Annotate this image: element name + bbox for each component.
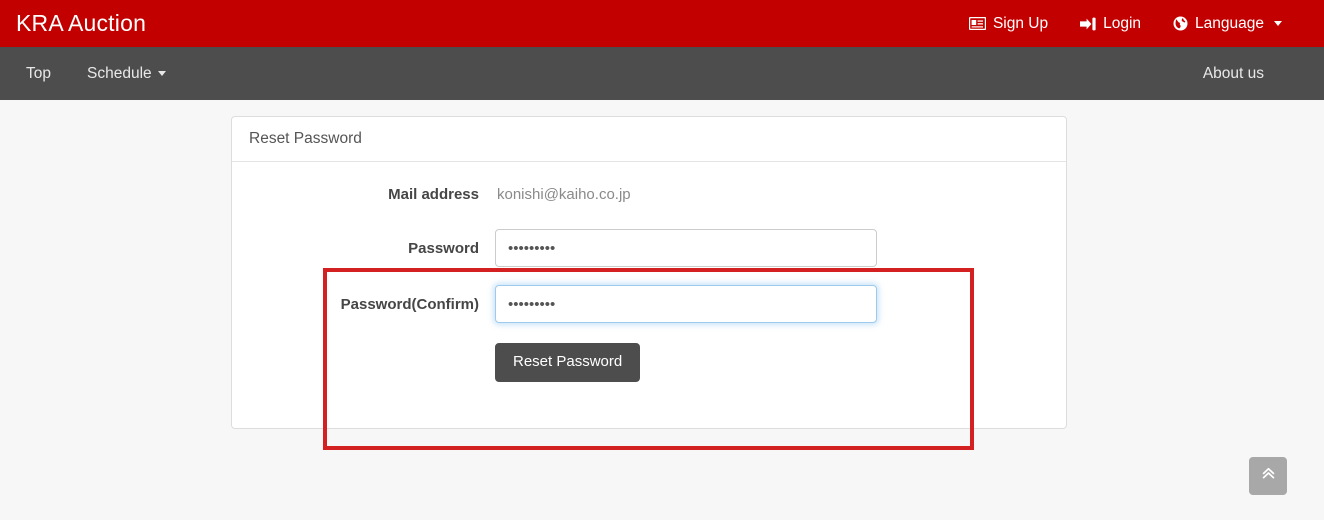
top-nav: Sign Up Login Language — [968, 14, 1282, 33]
mail-address-label: Mail address — [388, 186, 479, 203]
sign-in-icon — [1080, 17, 1096, 31]
submit-row: Reset Password — [232, 343, 1066, 382]
nav-item-schedule-label: Schedule — [87, 64, 152, 82]
id-card-icon — [968, 17, 986, 30]
brand-title[interactable]: KRA Auction — [16, 12, 146, 35]
password-row: Password — [232, 229, 1066, 267]
nav-item-top-label: Top — [26, 64, 51, 82]
chevron-down-icon — [1274, 21, 1282, 26]
language-dropdown[interactable]: Language — [1173, 15, 1282, 33]
reset-password-panel: Reset Password Mail address konishi@kaih… — [231, 116, 1067, 450]
nav-item-schedule[interactable]: Schedule — [69, 47, 184, 100]
login-label: Login — [1103, 14, 1142, 32]
main-nav-bar: Top Schedule About us — [0, 47, 1324, 100]
password-confirm-label: Password(Confirm) — [340, 295, 479, 313]
nav-item-about-us[interactable]: About us — [1185, 47, 1282, 100]
submit-spacer — [232, 343, 495, 382]
top-header-bar: KRA Auction Sign Up Login Language — [0, 0, 1324, 47]
panel-body: Mail address konishi@kaiho.co.jp Passwor… — [232, 162, 1066, 450]
signup-link[interactable]: Sign Up — [968, 14, 1049, 33]
globe-icon — [1173, 16, 1188, 31]
reset-password-button[interactable]: Reset Password — [495, 343, 641, 382]
mail-address-row: Mail address konishi@kaiho.co.jp — [232, 186, 1066, 203]
password-input[interactable] — [495, 229, 877, 267]
chevron-double-up-icon — [1261, 466, 1276, 486]
scroll-to-top-button[interactable] — [1249, 457, 1287, 495]
password-confirm-input[interactable] — [495, 285, 877, 323]
nav-item-about-us-label: About us — [1202, 64, 1264, 82]
password-confirm-row: Password(Confirm) — [232, 285, 1066, 323]
password-label: Password — [408, 239, 479, 257]
panel-title: Reset Password — [232, 117, 1066, 162]
chevron-down-icon — [157, 71, 166, 76]
mail-address-value: konishi@kaiho.co.jp — [497, 186, 631, 203]
nav-left-group: Top Schedule — [0, 47, 184, 100]
signup-label: Sign Up — [992, 14, 1049, 32]
login-link[interactable]: Login — [1080, 15, 1141, 33]
language-label: Language — [1195, 14, 1264, 32]
nav-item-top[interactable]: Top — [0, 47, 69, 100]
